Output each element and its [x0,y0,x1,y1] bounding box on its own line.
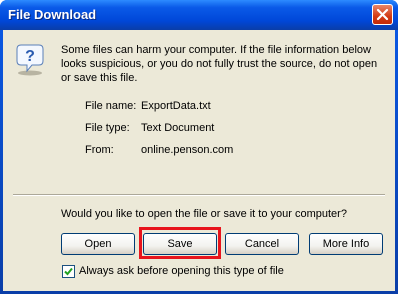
open-button[interactable]: Open [61,233,135,255]
always-ask-label[interactable]: Always ask before opening this type of f… [79,265,284,277]
file-type-value: Text Document [141,122,215,134]
close-icon [376,8,389,21]
cancel-button[interactable]: Cancel [225,233,299,255]
from-value: online.penson.com [141,144,234,156]
more-info-button[interactable]: More Info [309,233,383,255]
file-download-dialog: File Download ? Some files can harm your… [0,0,398,294]
question-shield-icon: ? [16,44,44,76]
from-label: From: [85,144,114,156]
open-or-save-question: Would you like to open the file or save … [61,208,347,220]
title-bar[interactable]: File Download [0,0,398,30]
warning-message: Some files can harm your computer. If th… [61,44,378,84]
file-name-label: File name: [85,100,137,112]
svg-text:?: ? [25,48,35,65]
save-highlight-box [139,227,221,259]
divider [13,194,385,196]
close-button[interactable] [372,4,393,25]
file-name-value: ExportData.txt [141,100,211,112]
checkmark-icon [64,267,73,276]
window-title: File Download [8,7,97,22]
dialog-body: ? Some files can harm your computer. If … [3,30,395,291]
always-ask-checkbox[interactable] [62,265,75,278]
file-type-label: File type: [85,122,130,134]
